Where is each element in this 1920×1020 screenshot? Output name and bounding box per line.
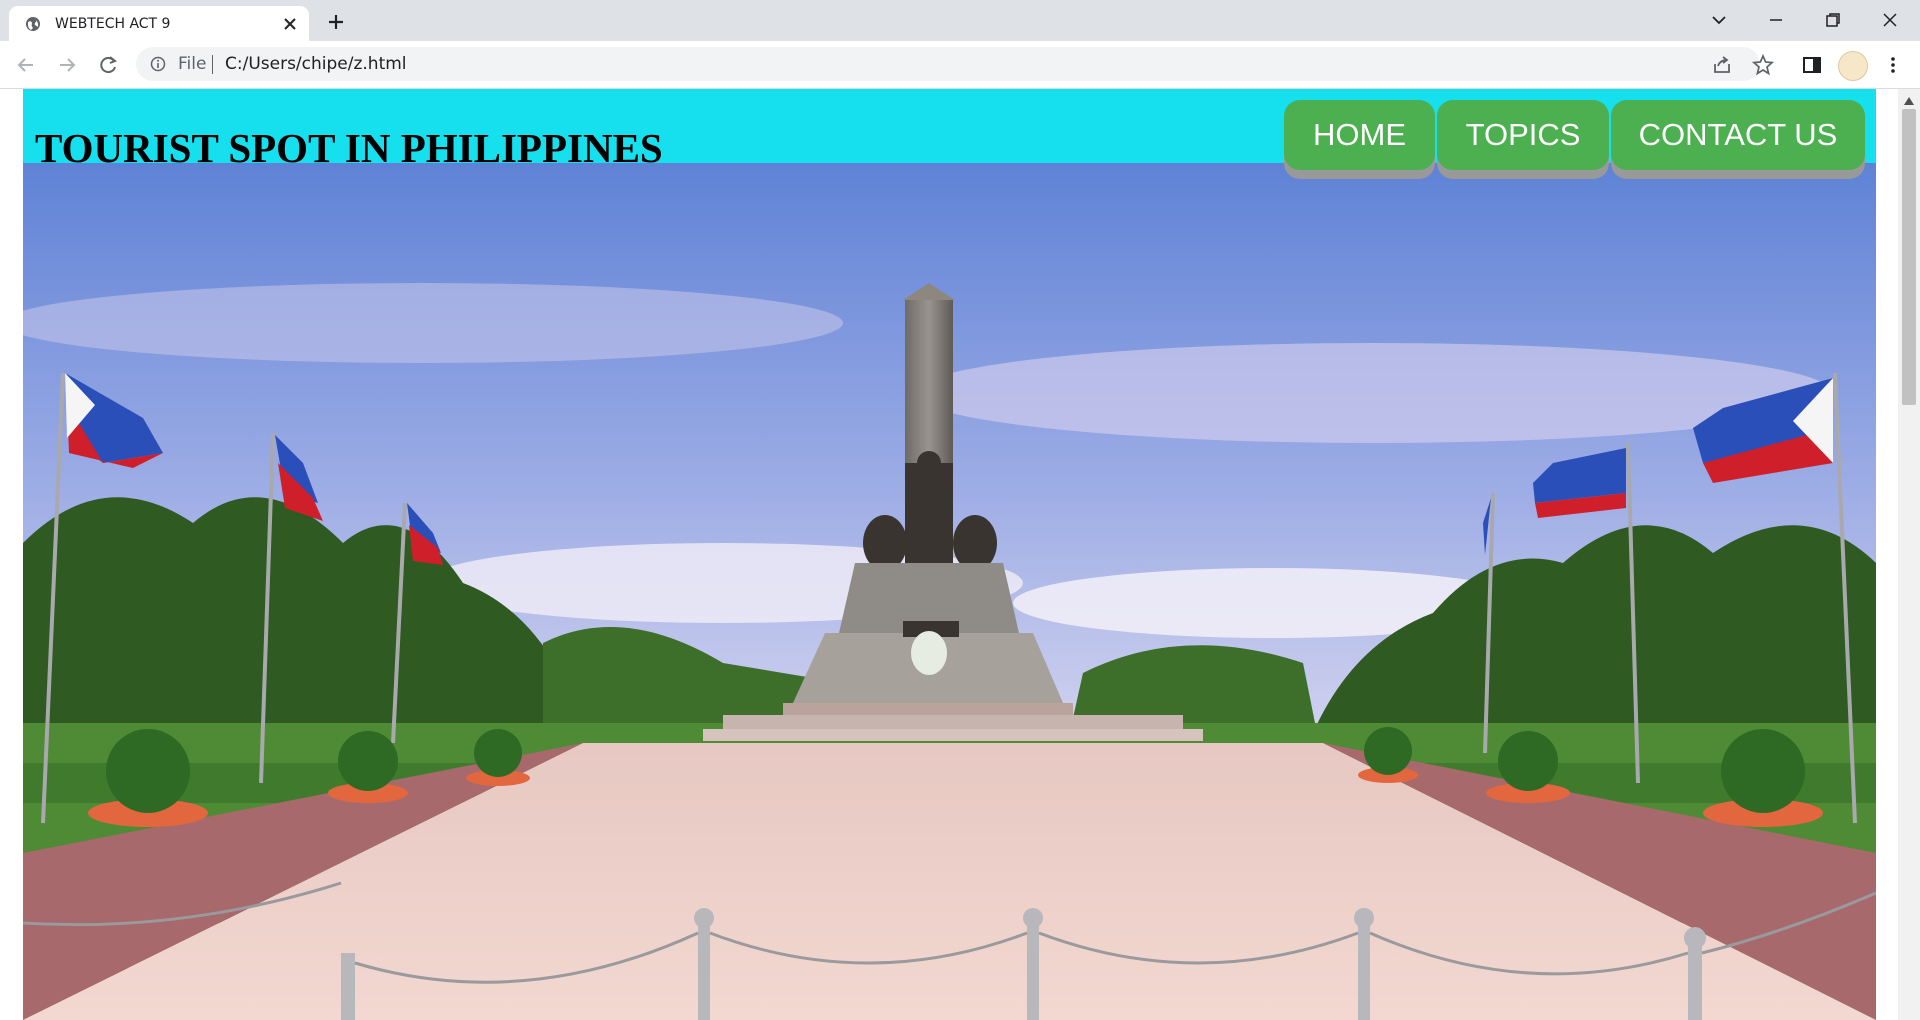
window-close-icon[interactable] — [1880, 10, 1900, 30]
scrollbar-thumb[interactable] — [1902, 109, 1916, 405]
forward-arrow-icon[interactable] — [56, 54, 78, 76]
minimize-icon[interactable] — [1766, 10, 1786, 30]
nav-contact-us-button[interactable]: CONTACT US — [1611, 100, 1865, 170]
tab-strip: WEBTECH ACT 9 — [0, 0, 1920, 41]
page-title: TOURIST SPOT IN PHILIPPINES — [35, 125, 663, 171]
side-panel-icon[interactable] — [1801, 54, 1823, 76]
url-scheme-chip: File — [178, 54, 207, 74]
back-arrow-icon[interactable] — [15, 54, 37, 76]
scroll-up-arrow-icon[interactable] — [1904, 97, 1914, 105]
nav-topics-button[interactable]: TOPICS — [1437, 100, 1609, 170]
more-menu-icon[interactable] — [1882, 54, 1904, 76]
nav-home-button[interactable]: HOME — [1284, 100, 1435, 170]
new-tab-plus-icon[interactable] — [326, 12, 346, 32]
vertical-scrollbar[interactable] — [1898, 89, 1920, 1020]
restore-icon[interactable] — [1823, 10, 1843, 30]
rizal-monument-photo — [23, 163, 1876, 1020]
url-text[interactable]: C:/Users/chipe/z.html — [225, 54, 407, 74]
tab-title: WEBTECH ACT 9 — [55, 16, 171, 32]
browser-tab[interactable]: WEBTECH ACT 9 — [9, 6, 309, 41]
info-icon[interactable] — [150, 56, 166, 72]
reload-icon[interactable] — [97, 54, 119, 76]
share-icon[interactable] — [1711, 54, 1733, 76]
address-bar[interactable]: File C:/Users/chipe/z.html — [136, 47, 1760, 81]
bookmark-star-icon[interactable] — [1752, 54, 1774, 76]
profile-avatar[interactable] — [1838, 51, 1868, 81]
globe-icon — [26, 17, 40, 31]
page-viewport: TOURIST SPOT IN PHILIPPINES HOME TOPICS … — [0, 89, 1898, 1020]
hero-image — [23, 163, 1876, 1020]
close-icon[interactable] — [281, 15, 299, 33]
tab-search-chevron-icon[interactable] — [1709, 10, 1729, 30]
browser-toolbar: File C:/Users/chipe/z.html — [0, 41, 1920, 89]
chip-divider — [212, 55, 213, 74]
